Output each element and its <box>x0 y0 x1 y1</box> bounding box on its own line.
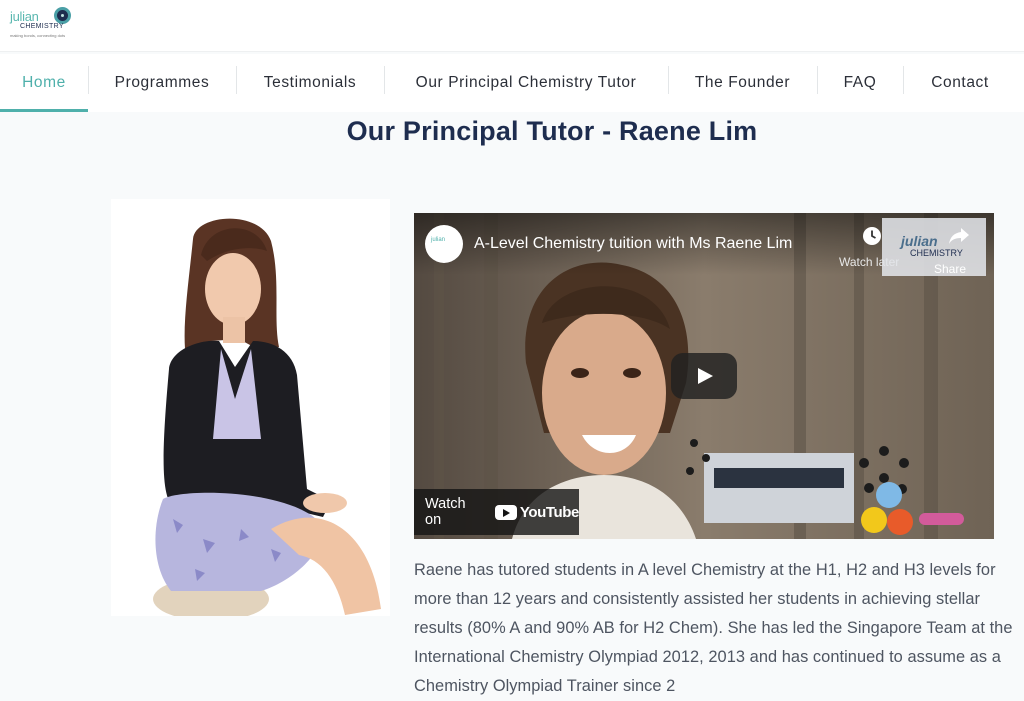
share-logo-subtext: CHEMISTRY <box>910 248 963 258</box>
video-title[interactable]: A-Level Chemistry tuition with Ms Raene … <box>474 235 792 253</box>
youtube-play-icon <box>494 504 517 520</box>
nav-item-label: Programmes <box>114 74 210 91</box>
logo-molecule-icon <box>54 7 71 24</box>
clock-icon[interactable] <box>862 226 882 246</box>
watch-on-label: Watch on <box>425 496 466 528</box>
logo-tagline: making bonds, connecting dots <box>10 33 66 38</box>
share-label: Share <box>934 262 967 276</box>
nav-item-contact[interactable]: Contact <box>903 54 1017 112</box>
site-logo[interactable]: julian CHEMISTRY making bonds, connectin… <box>10 7 72 43</box>
logo-subtext: CHEMISTRY <box>20 23 64 30</box>
nav-item-programmes[interactable]: Programmes <box>88 54 236 112</box>
logo-text: julian <box>10 9 39 24</box>
channel-avatar-text: julian <box>431 237 446 243</box>
nav-item-founder[interactable]: The Founder <box>668 54 817 112</box>
nav-item-label: FAQ <box>843 74 877 91</box>
youtube-wordmark: YouTube <box>519 503 580 521</box>
page-title: Our Principal Tutor - Raene Lim <box>346 116 758 146</box>
nav-item-testimonials[interactable]: Testimonials <box>236 54 384 112</box>
share-button[interactable]: julian CHEMISTRY Share <box>882 218 986 276</box>
nav-item-label: Testimonials <box>263 74 357 91</box>
nav-item-label: Home <box>22 74 66 91</box>
youtube-video-embed[interactable]: julian A-Level Chemistry tuition with Ms… <box>414 213 994 539</box>
nav-item-home[interactable]: Home <box>0 54 88 112</box>
tutor-photo <box>111 199 390 616</box>
share-logo-text: julian <box>901 233 938 249</box>
watch-on-youtube-button[interactable]: Watch on YouTube <box>414 489 579 535</box>
play-button[interactable] <box>671 353 737 399</box>
tutor-portrait-image <box>111 199 390 616</box>
nav-item-label: Our Principal Chemistry Tutor <box>415 74 637 91</box>
main-nav: Home Programmes Testimonials Our Princip… <box>0 54 1024 112</box>
nav-item-faq[interactable]: FAQ <box>817 54 903 112</box>
site-header: julian CHEMISTRY making bonds, connectin… <box>0 0 1024 52</box>
nav-item-label: Contact <box>931 74 989 91</box>
channel-avatar[interactable]: julian <box>425 225 463 263</box>
youtube-logo: YouTube <box>494 503 580 521</box>
tutor-bio: Raene has tutored students in A level Ch… <box>414 561 1013 695</box>
nav-item-principal-tutor[interactable]: Our Principal Chemistry Tutor <box>384 54 668 112</box>
nav-item-label: The Founder <box>694 74 791 91</box>
share-icon <box>949 228 969 244</box>
